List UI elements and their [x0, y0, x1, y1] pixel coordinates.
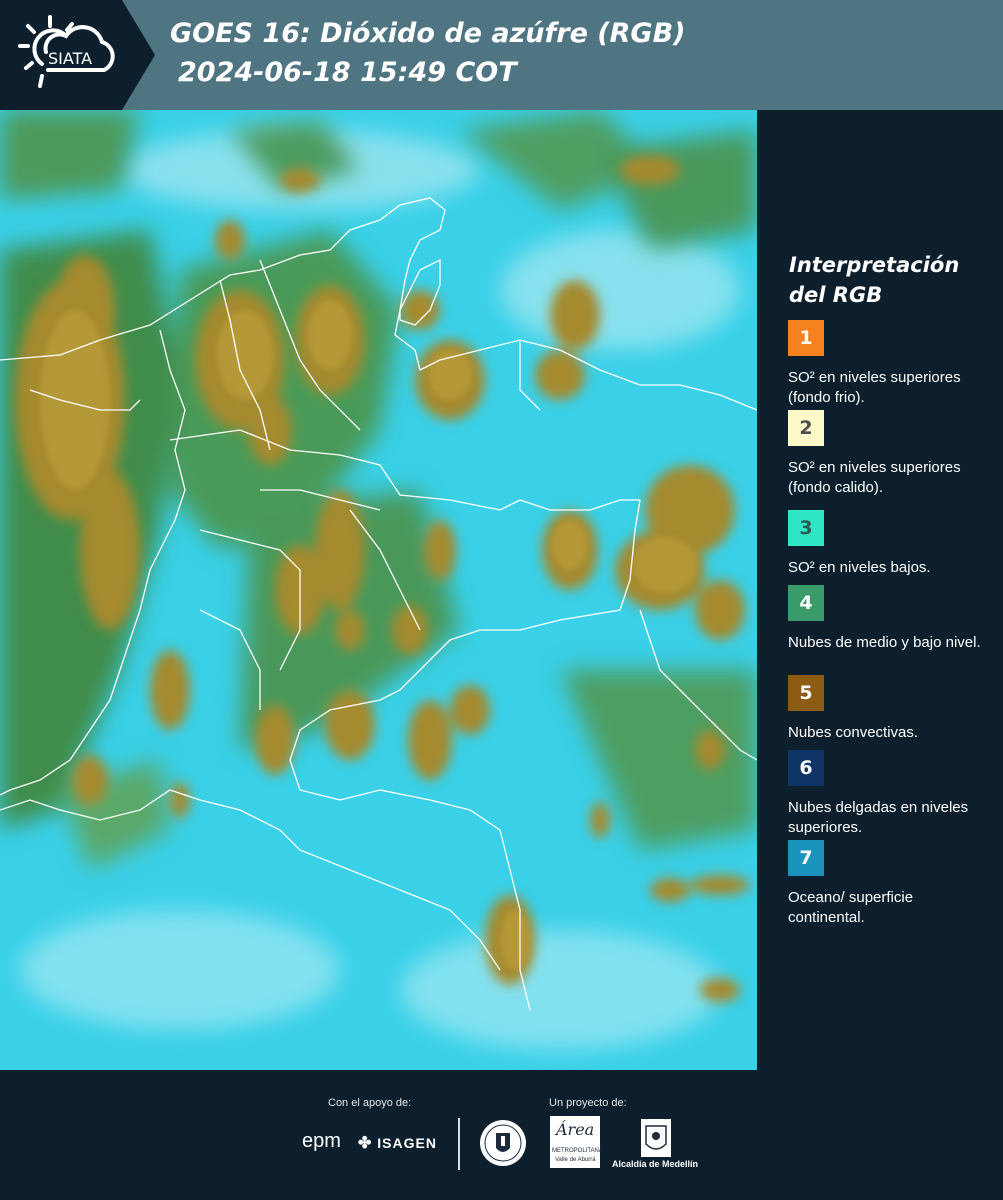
- legend-title-line2: del RGB: [789, 283, 883, 307]
- legend-item-2: 2 SO² en niveles superiores (fondo calido…: [788, 410, 988, 498]
- isagen-logo-text: ISAGEN: [377, 1135, 437, 1151]
- epm-logo[interactable]: epm: [302, 1130, 341, 1153]
- footer-divider: [458, 1118, 460, 1170]
- valle-logo-text: Valle de Aburrá: [555, 1157, 596, 1163]
- alcaldia-label: Alcaldía de Medellín: [612, 1159, 699, 1169]
- isagen-flower-icon: ✤: [358, 1135, 373, 1152]
- legend-item-4: 4 Nubes de medio y bajo nivel.: [788, 585, 988, 653]
- header-bar: SIATA GOES 16: Dióxido de azúfre (RGB) 2…: [0, 0, 1003, 110]
- legend-swatch-1: 1: [788, 320, 824, 356]
- page-timestamp: 2024-06-18 15:49 COT: [178, 57, 517, 88]
- legend-item-6: 6 Nubes delgadas en niveles superiores.: [788, 750, 988, 838]
- legend-swatch-3: 3: [788, 510, 824, 546]
- legend-label-1: SO² en niveles superiores (fondo frio).: [788, 369, 961, 406]
- legend-label-2: SO² en niveles superiores (fondo calido)…: [788, 459, 961, 496]
- legend-title-line1: Interpretación: [789, 253, 960, 277]
- siata-logo[interactable]: SIATA: [0, 0, 155, 110]
- support-label: Con el apoyo de:: [328, 1097, 412, 1109]
- legend-label-6: Nubes delgadas en niveles superiores.: [788, 799, 969, 836]
- legend-title: Interpretación del RGB: [789, 250, 989, 310]
- project-label: Un proyecto de:: [549, 1097, 627, 1109]
- sun-cloud-icon: SIATA: [18, 15, 115, 88]
- legend-label-5: Nubes convectivas.: [788, 724, 919, 741]
- legend-item-7: 7 Oceano/ superficie continental.: [788, 840, 988, 928]
- area-metropolitana-logo[interactable]: Área METROPOLITANA Valle de Aburrá: [550, 1116, 603, 1168]
- page-title: GOES 16: Dióxido de azúfre (RGB): [170, 18, 686, 49]
- legend-label-7: Oceano/ superficie continental.: [788, 889, 914, 926]
- legend-swatch-5: 5: [788, 675, 824, 711]
- epm-logo-text: epm: [302, 1130, 341, 1152]
- legend-swatch-7: 7: [788, 840, 824, 876]
- metropolitana-logo-text: METROPOLITANA: [552, 1148, 603, 1154]
- footer-bar: Con el apoyo de: Un proyecto de: epm ✤ I…: [0, 1070, 1003, 1200]
- legend-item-5: 5 Nubes convectivas.: [788, 675, 988, 743]
- alcaldia-shield-icon[interactable]: [640, 1118, 672, 1158]
- legend-swatch-4: 4: [788, 585, 824, 621]
- legend-item-1: 1 SO² en niveles superiores (fondo frio).: [788, 320, 988, 408]
- legend-panel: Interpretación del RGB 1 SO² en niveles s…: [758, 110, 1003, 1070]
- legend-swatch-2: 2: [788, 410, 824, 446]
- medellin-seal-icon[interactable]: [478, 1118, 528, 1168]
- area-logo-text: Área: [556, 1120, 595, 1139]
- legend-item-3: 3 SO² en niveles bajos.: [788, 510, 988, 578]
- logo-text: SIATA: [48, 49, 92, 68]
- legend-label-3: SO² en niveles bajos.: [788, 559, 931, 576]
- satellite-map[interactable]: [0, 110, 757, 1070]
- satellite-image: [0, 110, 757, 1070]
- legend-swatch-6: 6: [788, 750, 824, 786]
- isagen-logo[interactable]: ✤ ISAGEN: [358, 1133, 437, 1153]
- legend-label-4: Nubes de medio y bajo nivel.: [788, 634, 981, 651]
